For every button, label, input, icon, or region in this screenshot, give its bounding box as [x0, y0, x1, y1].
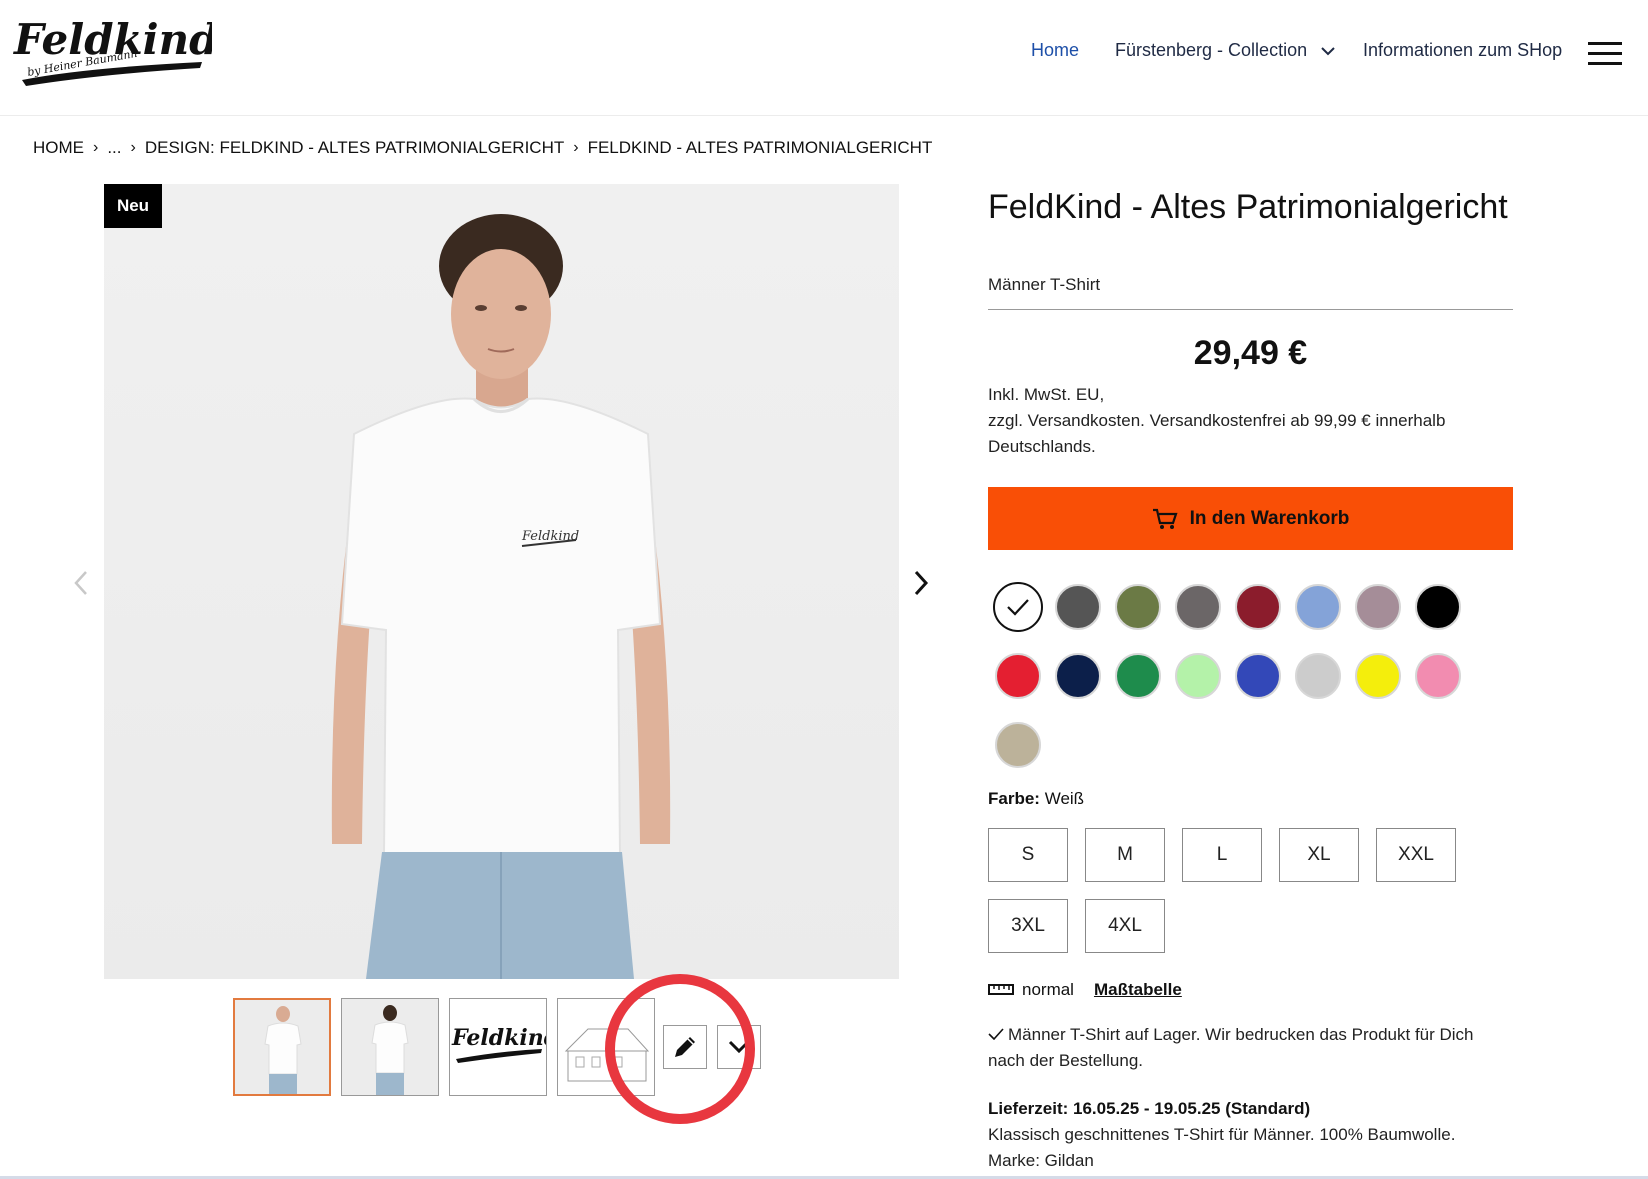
color-swatch[interactable]	[1175, 584, 1221, 630]
size-option-m[interactable]: M	[1085, 828, 1165, 882]
menu-icon[interactable]	[1588, 42, 1622, 66]
size-option-3xl[interactable]: 3XL	[988, 899, 1068, 953]
product-description: Klassisch geschnittenes T-Shirt für Männ…	[988, 1125, 1456, 1144]
ruler-icon	[988, 984, 1014, 995]
stock-text: Männer T-Shirt auf Lager. Wir bedrucken …	[988, 1025, 1474, 1070]
model-photo: Feldkind	[331, 214, 671, 979]
chevron-right-icon: ›	[93, 139, 99, 156]
size-chart-link[interactable]: Maßtabelle	[1094, 980, 1182, 1000]
color-swatch[interactable]	[1115, 584, 1161, 630]
gallery-next-icon[interactable]	[910, 568, 932, 598]
chevron-down-icon	[728, 1040, 750, 1054]
color-swatch[interactable]	[1235, 584, 1281, 630]
cart-icon	[1152, 508, 1178, 529]
breadcrumb: HOME › ... › DESIGN: FELDKIND - ALTES PA…	[33, 138, 932, 158]
new-badge: Neu	[104, 184, 162, 228]
thumbnail-building[interactable]	[557, 998, 655, 1096]
product-brand: Marke: Gildan	[988, 1151, 1094, 1170]
color-swatch[interactable]	[1115, 653, 1161, 699]
chevron-right-icon: ›	[573, 139, 579, 156]
gallery-prev-icon[interactable]	[70, 568, 92, 598]
product-main-image[interactable]: Feldkind	[104, 184, 899, 979]
size-option-4xl[interactable]: 4XL	[1085, 899, 1165, 953]
product-title: FeldKind - Altes Patrimonialgericht	[988, 188, 1508, 226]
edit-design-button[interactable]	[663, 1025, 707, 1069]
color-value: Weiß	[1044, 789, 1085, 808]
add-to-cart-label: In den Warenkorb	[1189, 507, 1350, 529]
color-swatch[interactable]	[1355, 584, 1401, 630]
color-swatch[interactable]	[1055, 653, 1101, 699]
nav-home[interactable]: Home	[1031, 40, 1079, 61]
nav-collection-label: Fürstenberg - Collection	[1115, 40, 1308, 60]
shirt-print: Feldkind	[521, 529, 579, 544]
fit-label: normal	[1022, 980, 1074, 999]
color-swatch[interactable]	[995, 653, 1041, 699]
color-swatch[interactable]	[1295, 653, 1341, 699]
thumbnail-back[interactable]	[341, 998, 439, 1096]
shipping-line: zzgl. Versandkosten. Versandkostenfrei a…	[988, 411, 1446, 456]
checkmark-icon	[988, 1028, 1004, 1041]
add-to-cart-button[interactable]: In den Warenkorb	[988, 487, 1513, 550]
color-swatch[interactable]	[1415, 653, 1461, 699]
color-swatch[interactable]	[1355, 653, 1401, 699]
size-option-xl[interactable]: XL	[1279, 828, 1359, 882]
checkmark-icon	[1007, 599, 1029, 616]
color-label: Farbe:	[988, 789, 1040, 808]
size-option-xxl[interactable]: XXL	[1376, 828, 1456, 882]
color-swatch[interactable]	[995, 722, 1041, 768]
site-logo[interactable]: Feldkind by Heiner Baumann	[12, 10, 219, 90]
thumbnail-logo[interactable]: Feldkind	[449, 998, 547, 1096]
thumbnail-front[interactable]	[233, 998, 331, 1096]
color-swatch[interactable]	[1415, 584, 1461, 630]
color-swatch-selected[interactable]	[993, 582, 1043, 632]
tax-line: Inkl. MwSt. EU,	[988, 385, 1105, 404]
site-header: Feldkind by Heiner Baumann Home Fürstenb…	[0, 0, 1648, 116]
product-price: 29,49 €	[1193, 334, 1308, 372]
divider	[988, 309, 1513, 310]
color-swatch[interactable]	[1235, 653, 1281, 699]
nav-collection[interactable]: Fürstenberg - Collection	[1115, 40, 1336, 61]
delivery-time: Lieferzeit: 16.05.25 - 19.05.25 (Standar…	[988, 1099, 1311, 1118]
breadcrumb-current: FELDKIND - ALTES PATRIMONIALGERICHT	[587, 138, 933, 157]
svg-text:Feldkind: Feldkind	[451, 1025, 546, 1051]
product-subtitle: Männer T-Shirt	[988, 275, 1101, 294]
breadcrumb-design[interactable]: DESIGN: FELDKIND - ALTES PATRIMONIALGERI…	[145, 138, 564, 158]
chevron-down-icon	[1321, 47, 1335, 56]
breadcrumb-home[interactable]: HOME	[33, 138, 84, 158]
more-thumbnails-button[interactable]	[717, 1025, 761, 1069]
pencil-icon	[675, 1037, 695, 1057]
stock-info: Männer T-Shirt auf Lager. Wir bedrucken …	[988, 1022, 1498, 1074]
color-swatch[interactable]	[1055, 584, 1101, 630]
fit-row: normal Maßtabelle	[988, 980, 1182, 1000]
selected-color: Farbe: Weiß	[988, 789, 1084, 809]
delivery-info: Lieferzeit: 16.05.25 - 19.05.25 (Standar…	[988, 1096, 1498, 1174]
color-swatch[interactable]	[1295, 584, 1341, 630]
tax-info: Inkl. MwSt. EU, zzgl. Versandkosten. Ver…	[988, 382, 1488, 460]
breadcrumb-ellipsis[interactable]: ...	[107, 138, 121, 158]
nav-info[interactable]: Informationen zum SHop	[1363, 40, 1562, 61]
chevron-right-icon: ›	[130, 139, 136, 156]
size-option-s[interactable]: S	[988, 828, 1068, 882]
size-option-l[interactable]: L	[1182, 828, 1262, 882]
color-swatch[interactable]	[1175, 653, 1221, 699]
